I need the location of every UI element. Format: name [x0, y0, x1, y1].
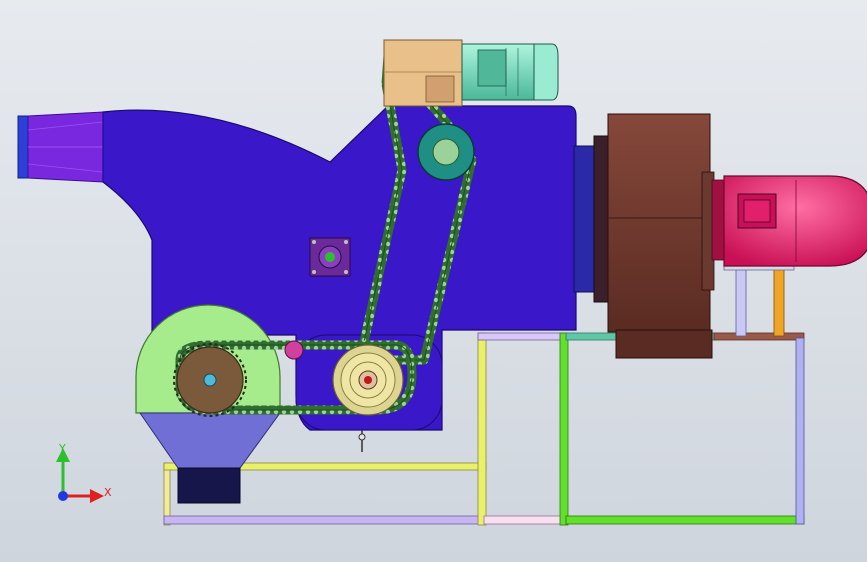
z-axis-dot: [58, 491, 68, 501]
fan-housing: [573, 113, 715, 359]
fan-plate: [593, 135, 609, 303]
inlet-duct: [17, 111, 104, 183]
cad-drawing: Y X: [17, 39, 867, 526]
motor-stand-orange: [773, 265, 785, 337]
sprocket-mid: [417, 123, 475, 181]
frame-leg-right: [795, 337, 805, 525]
frame-bottom-rail-mid: [483, 515, 565, 525]
sprocket-drive-wheel: [332, 344, 404, 416]
release-lever: [358, 430, 366, 452]
hopper-outlet: [177, 467, 241, 504]
idler-sprocket: [284, 340, 304, 360]
bearing-block: [309, 237, 351, 277]
cad-viewport[interactable]: Y X: [0, 0, 867, 562]
motor-stand: [735, 265, 747, 337]
frame-leg-green: [559, 332, 569, 526]
coordinate-triad: Y X: [56, 442, 112, 503]
frame-top-rail-brown: [713, 332, 805, 341]
fan-scroll: [607, 113, 711, 333]
frame-bottom-rail-left: [163, 515, 487, 525]
discharge-hopper: [139, 412, 281, 469]
x-axis-label: X: [104, 486, 112, 499]
frame-leg-yellow: [477, 332, 487, 526]
gear-reducer: [383, 39, 463, 107]
fan-flange: [573, 145, 597, 293]
y-axis-label: Y: [58, 442, 66, 455]
frame-top-rail-mid: [477, 332, 565, 341]
main-motor: [711, 175, 867, 337]
small-drive-motor: [461, 43, 559, 101]
fan-base: [615, 329, 713, 359]
frame-bottom-rail-green: [565, 515, 805, 525]
